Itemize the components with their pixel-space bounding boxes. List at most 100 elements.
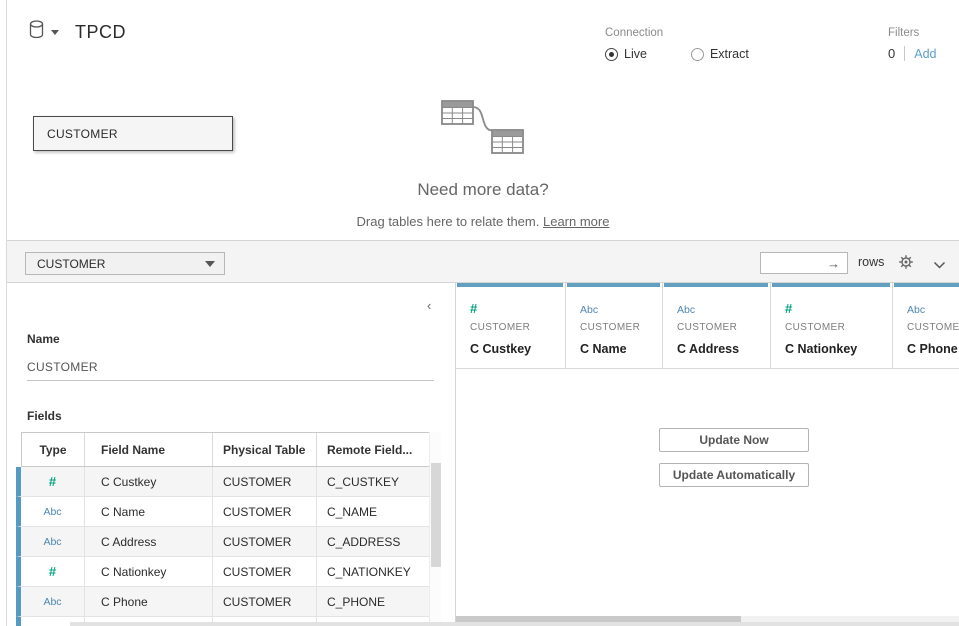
remote-field-cell: C_CUSTKEY bbox=[317, 467, 430, 496]
grid-toolbar: CUSTOMER → rows bbox=[7, 240, 959, 283]
fields-table-body: # C Custkey CUSTOMER C_CUSTKEY Abc C Nam… bbox=[16, 467, 430, 617]
learn-more-link[interactable]: Learn more bbox=[543, 214, 609, 229]
column-table-name: CUSTOMER bbox=[785, 322, 892, 333]
column-accent-bar bbox=[894, 283, 959, 287]
field-row[interactable]: # C Nationkey CUSTOMER C_NATIONKEY bbox=[16, 557, 430, 587]
rows-count-input[interactable] bbox=[761, 256, 827, 270]
filters-group: Filters 0 Add bbox=[888, 27, 936, 61]
fields-header-cell: Field Name bbox=[85, 433, 213, 466]
fields-table: Type Field Name Physical Table Remote Fi… bbox=[16, 432, 430, 626]
grid-column-header[interactable]: # CUSTOMER C Nationkey bbox=[771, 283, 893, 368]
physical-table-cell: CUSTOMER bbox=[213, 497, 317, 526]
scrollbar-thumb[interactable] bbox=[431, 463, 441, 567]
grid-column-header[interactable]: Abc CUSTOMER C Address bbox=[663, 283, 771, 368]
column-type-icon: # bbox=[785, 301, 792, 316]
field-row[interactable]: # C Custkey CUSTOMER C_CUSTKEY bbox=[16, 467, 430, 497]
rows-count-box: → bbox=[760, 252, 848, 274]
datasource-menu-caret-icon[interactable] bbox=[51, 30, 59, 35]
field-name-cell[interactable]: C Address bbox=[85, 527, 213, 556]
connection-label: Connection bbox=[605, 27, 749, 39]
field-row[interactable]: Abc C Phone CUSTOMER C_PHONE bbox=[16, 587, 430, 617]
column-field-name: C Address bbox=[677, 342, 770, 356]
remote-field-cell: C_NAME bbox=[317, 497, 430, 526]
column-table-name: CUSTOMER bbox=[470, 322, 565, 333]
filters-label: Filters bbox=[888, 27, 936, 39]
empty-canvas-hint: Need more data? Drag tables here to rela… bbox=[333, 96, 633, 229]
collapse-panel-icon[interactable]: ‹ bbox=[427, 298, 431, 313]
logical-table-node-customer[interactable]: CUSTOMER bbox=[33, 116, 233, 151]
field-name-cell[interactable]: C Nationkey bbox=[85, 557, 213, 586]
connection-group: Connection Live Extract bbox=[605, 27, 749, 61]
column-field-name: C Custkey bbox=[470, 342, 565, 356]
table-details-panel: ‹ Name Fields Type Field Name Physical T… bbox=[7, 283, 455, 626]
relate-tables-illustration bbox=[440, 96, 526, 158]
fields-header-cell: Type bbox=[22, 433, 85, 466]
empty-state-subtitle: Drag tables here to relate them. Learn m… bbox=[333, 214, 633, 229]
grid-column-headers: # CUSTOMER C Custkey Abc CUSTOMER C Name… bbox=[456, 283, 959, 369]
grid-column-header[interactable]: Abc CUSTOMER C Phone bbox=[893, 283, 959, 368]
dropdown-caret-icon bbox=[205, 261, 215, 267]
radio-extract-icon[interactable] bbox=[691, 48, 704, 61]
physical-table-cell: CUSTOMER bbox=[213, 587, 317, 616]
table-name-input[interactable] bbox=[27, 353, 434, 381]
column-accent-bar bbox=[567, 283, 660, 287]
column-table-name: CUSTOMER bbox=[677, 322, 770, 333]
database-icon[interactable] bbox=[28, 20, 45, 44]
collapsed-left-pane-rail[interactable] bbox=[0, 0, 7, 626]
apply-rows-arrow-icon[interactable]: → bbox=[827, 256, 847, 271]
empty-state-title: Need more data? bbox=[333, 180, 633, 200]
field-type-icon: # bbox=[49, 474, 56, 489]
update-now-button[interactable]: Update Now bbox=[659, 428, 809, 452]
tableau-datasource-page: TPCD Connection Live Extract Filters 0 A… bbox=[0, 0, 959, 626]
field-type-icon: Abc bbox=[43, 506, 61, 518]
datasource-title: TPCD bbox=[75, 22, 126, 43]
fields-vertical-scrollbar[interactable] bbox=[429, 432, 441, 626]
radio-live-icon[interactable] bbox=[605, 48, 618, 61]
column-table-name: CUSTOMER bbox=[907, 322, 959, 333]
physical-table-cell: CUSTOMER bbox=[213, 527, 317, 556]
column-accent-bar bbox=[664, 283, 768, 287]
filters-count: 0 bbox=[888, 46, 895, 61]
data-preview-grid: # CUSTOMER C Custkey Abc CUSTOMER C Name… bbox=[455, 283, 959, 626]
column-field-name: C Phone bbox=[907, 342, 959, 356]
add-filter-link[interactable]: Add bbox=[914, 47, 936, 61]
fields-header-cell: Remote Field... bbox=[317, 433, 429, 466]
table-select-dropdown[interactable]: CUSTOMER bbox=[25, 252, 225, 275]
remote-field-cell: C_PHONE bbox=[317, 587, 430, 616]
field-name-cell[interactable]: C Custkey bbox=[85, 467, 213, 496]
update-automatically-button[interactable]: Update Automatically bbox=[659, 463, 809, 487]
grid-column-header[interactable]: Abc CUSTOMER C Name bbox=[566, 283, 663, 368]
name-label: Name bbox=[27, 332, 60, 346]
field-type-icon: Abc bbox=[43, 536, 61, 548]
fields-table-header: Type Field Name Physical Table Remote Fi… bbox=[21, 432, 430, 467]
field-name-cell[interactable]: C Name bbox=[85, 497, 213, 526]
gear-icon[interactable] bbox=[898, 254, 914, 275]
window-bottom-scrollbar[interactable] bbox=[70, 622, 959, 626]
physical-table-cell: CUSTOMER bbox=[213, 467, 317, 496]
fields-label: Fields bbox=[27, 409, 62, 423]
column-type-icon: Abc bbox=[907, 304, 925, 316]
remote-field-cell: C_ADDRESS bbox=[317, 527, 430, 556]
column-accent-bar bbox=[772, 283, 890, 287]
column-type-icon: Abc bbox=[580, 304, 598, 316]
field-type-icon: # bbox=[49, 564, 56, 579]
column-table-name: CUSTOMER bbox=[580, 322, 662, 333]
remote-field-cell: C_NATIONKEY bbox=[317, 557, 430, 586]
filters-divider bbox=[904, 46, 905, 61]
rows-label: rows bbox=[858, 255, 884, 269]
relationship-canvas: TPCD Connection Live Extract Filters 0 A… bbox=[7, 0, 959, 240]
fields-header-cell: Physical Table bbox=[213, 433, 317, 466]
field-type-icon: Abc bbox=[43, 596, 61, 608]
field-row[interactable]: Abc C Address CUSTOMER C_ADDRESS bbox=[16, 527, 430, 557]
column-field-name: C Name bbox=[580, 342, 662, 356]
column-type-icon: # bbox=[470, 301, 477, 316]
chevron-down-icon[interactable] bbox=[933, 257, 946, 275]
physical-table-cell: CUSTOMER bbox=[213, 557, 317, 586]
radio-option-extract[interactable]: Extract bbox=[691, 47, 749, 61]
field-row[interactable]: Abc C Name CUSTOMER C_NAME bbox=[16, 497, 430, 527]
field-name-cell[interactable]: C Phone bbox=[85, 587, 213, 616]
column-type-icon: Abc bbox=[677, 304, 695, 316]
grid-column-header[interactable]: # CUSTOMER C Custkey bbox=[456, 283, 566, 368]
radio-option-live[interactable]: Live bbox=[605, 47, 647, 61]
column-field-name: C Nationkey bbox=[785, 342, 892, 356]
